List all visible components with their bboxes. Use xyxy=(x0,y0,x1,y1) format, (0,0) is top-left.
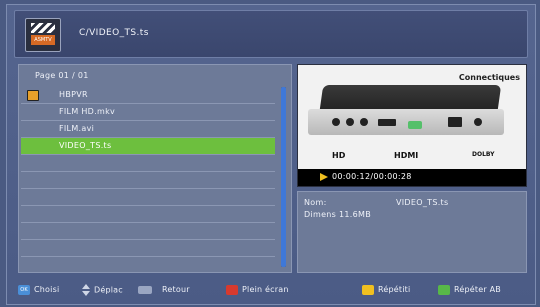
help-fullscreen: Plein écran xyxy=(226,284,289,296)
info-size: Dimens 11.6MB xyxy=(304,210,371,219)
help-repeat-ab: Répéter AB xyxy=(438,284,501,296)
page-indicator: Page 01 / 01 xyxy=(35,71,89,80)
logo-text: ASMTV xyxy=(31,35,55,45)
playback-time: 00:00:12/00:00:28 xyxy=(332,172,412,181)
red-key-icon xyxy=(226,284,238,295)
help-repeat: Répétiti xyxy=(362,284,410,296)
port-icon xyxy=(474,118,482,126)
folder-icon xyxy=(27,90,39,101)
list-item-label: HBPVR xyxy=(59,90,88,99)
video-preview: Connectiques HD HDMI DOLBY 00:00:12/00:0… xyxy=(297,64,527,187)
green-key-icon xyxy=(438,284,450,295)
led-icon xyxy=(408,121,422,129)
help-back: Retour xyxy=(138,284,190,296)
help-back-label: Retour xyxy=(162,285,190,294)
help-move-label: Déplac xyxy=(94,285,123,295)
port-icon xyxy=(332,118,340,126)
file-list-panel: Page 01 / 01 HBPVR FILM HD.mkv FILM.avi … xyxy=(18,64,292,273)
clapperboard-icon xyxy=(31,23,55,33)
list-item-selected[interactable]: VIDEO_TS.ts xyxy=(21,138,275,155)
list-item-empty[interactable] xyxy=(21,172,275,189)
exit-key-icon xyxy=(138,285,152,294)
up-down-arrows-icon xyxy=(82,284,90,296)
info-name-label: Nom: xyxy=(304,198,327,207)
list-scrollbar[interactable] xyxy=(281,87,286,267)
playback-bar: 00:00:12/00:00:28 xyxy=(298,169,526,186)
list-item-empty[interactable] xyxy=(21,155,275,172)
hdmi-logo: HDMI xyxy=(394,151,419,160)
current-path: C/VIDEO_TS.ts xyxy=(79,28,149,38)
list-item-label: FILM HD.mkv xyxy=(59,107,116,116)
help-move: Déplac xyxy=(82,284,123,296)
footer-help-bar: OK Choisi Déplac Retour Plein écran Répét… xyxy=(14,280,526,300)
list-item-label: VIDEO_TS.ts xyxy=(59,141,112,150)
header-bar: ASMTV C/VIDEO_TS.ts xyxy=(14,10,528,58)
help-fullscreen-label: Plein écran xyxy=(242,285,289,294)
list-item[interactable]: FILM HD.mkv xyxy=(21,104,275,121)
help-choose-label: Choisi xyxy=(34,285,60,294)
port-icon xyxy=(360,118,368,126)
preview-logos: HD HDMI DOLBY xyxy=(298,147,526,165)
play-icon xyxy=(320,173,328,181)
ethernet-port-icon xyxy=(448,117,462,127)
help-choose: OK Choisi xyxy=(18,284,59,296)
preview-brand-text: Connectiques xyxy=(458,73,520,82)
hdmi-port-icon xyxy=(378,119,396,126)
help-repeat-label: Répétiti xyxy=(378,285,411,294)
yellow-key-icon xyxy=(362,284,374,295)
app-logo: ASMTV xyxy=(25,18,61,52)
device-image-front xyxy=(308,109,504,135)
list-item-empty[interactable] xyxy=(21,189,275,206)
scrollbar-thumb[interactable] xyxy=(281,87,286,267)
info-name-value: VIDEO_TS.ts xyxy=(396,198,449,207)
list-item[interactable]: FILM.avi xyxy=(21,121,275,138)
file-info-panel: Nom: VIDEO_TS.ts Dimens 11.6MB xyxy=(297,191,527,273)
ok-key-icon: OK xyxy=(18,284,30,295)
list-item-empty[interactable] xyxy=(21,240,275,257)
port-icon xyxy=(346,118,354,126)
dolby-logo: DOLBY xyxy=(472,151,495,158)
hd-logo: HD xyxy=(332,151,346,160)
list-item-empty[interactable] xyxy=(21,206,275,223)
list-item-folder[interactable]: HBPVR xyxy=(21,87,275,104)
list-item-empty[interactable] xyxy=(21,223,275,240)
help-repeat-ab-label: Répéter AB xyxy=(454,285,501,294)
list-item-label: FILM.avi xyxy=(59,124,95,133)
